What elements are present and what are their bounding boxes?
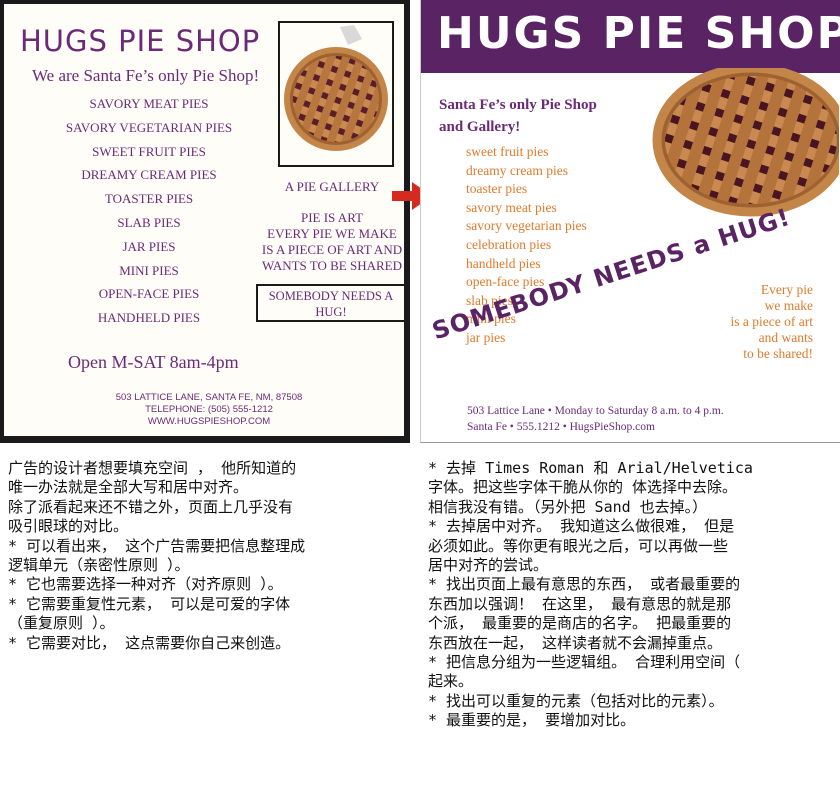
art-line: Every pie	[760, 282, 813, 297]
critique-line: * 它需要重复性元素， 可以是可爱的字体	[8, 594, 291, 613]
advice-line: * 最重要的是， 要增加对比。	[428, 711, 636, 730]
advice-line: 居中对齐的尝试。	[428, 556, 549, 575]
advice-line: 字体。把这些字体干脆从你的 体选择中去除。	[428, 478, 738, 497]
critique-line: 除了派看起来还不错之外，页面上几乎没有	[8, 497, 294, 516]
advice-line: 相信我没有错。（另外把 Sand 也去掉。）	[428, 497, 708, 516]
art-line: EVERY PIE WE MAKE	[267, 226, 397, 241]
lattice-pie-image	[284, 25, 388, 151]
advice-line: 必须如此。等你更有眼光之后，可以再做一些	[428, 536, 729, 555]
advice-line: * 找出页面上最有意思的东西， 或者最重要的	[428, 575, 741, 594]
art-line: IS A PIECE OF ART AND	[261, 242, 403, 257]
art-line: is a piece of art	[730, 314, 813, 329]
critique-line: 逻辑单元（亲密性原则 ）。	[8, 556, 190, 575]
art-line: to be shared!	[743, 346, 813, 361]
pie-photo	[278, 21, 394, 167]
menu-item: OPEN-FACE PIES	[98, 286, 200, 302]
hug-box: SOMEBODY NEEDS A HUG!	[256, 284, 406, 322]
critique-line: * 它也需要选择一种对齐（对齐原则 ）。	[8, 575, 283, 594]
critique-line: 广告的设计者想要填充空间 ， 他所知道的	[8, 459, 297, 477]
gallery-label: A PIE GALLERY	[284, 179, 380, 194]
advice-line: * 去掉居中对齐。 我知道这么做很难， 但是	[428, 517, 735, 536]
critique-line: （重复原则 ）。	[8, 614, 115, 633]
art-line: PIE IS ART	[300, 210, 364, 225]
menu-item: SAVORY MEAT PIES	[89, 96, 209, 111]
menu-item: TOASTER PIES	[104, 191, 194, 207]
advice-line: * 找出可以重复的元素（包括对比的元素）。	[428, 691, 724, 710]
menu-item: SLAB PIES	[117, 214, 181, 230]
website: WWW.HUGSPIESHOP.COM	[147, 416, 271, 427]
lattice-pie-image	[652, 68, 839, 217]
art-line: we make	[764, 298, 813, 313]
menu-item: JAR PIES	[122, 238, 176, 254]
footer-line: 503 Lattice Lane • Monday to Saturday 8 …	[467, 405, 724, 417]
critique-line: 唯一办法就是全部大写和居中对齐。	[8, 478, 249, 497]
advice-text: * 去掉 Times Roman 和 Arial/Helvetica 字体。把这…	[428, 459, 840, 731]
address: 503 LATTICE LANE, SANTA FE, NM, 87508	[115, 392, 303, 403]
advice-line: 起来。	[428, 672, 474, 691]
art-statement: Every pie we make is a piece of art and …	[701, 282, 813, 362]
headline-line: Santa Fe’s only Pie Shop	[439, 97, 597, 113]
footer-line: Santa Fe • 555.1212 • HugsPieShop.com	[467, 420, 655, 433]
advice-line: 个派， 最重要的是商店的名字。 把最重要的	[428, 614, 732, 633]
shop-logo: HUGS PIE SHOP	[437, 8, 840, 59]
contact-info: 503 LATTICE LANE, SANTA FE, NM, 87508 TE…	[64, 392, 354, 428]
critique-line: * 它需要对比， 这点需要你自己来创造。	[8, 633, 291, 652]
menu-item: dreamy cream pies	[466, 162, 568, 178]
menu-item: SWEET FRUIT PIES	[92, 143, 206, 159]
after-ad: HUGS PIE SHOP Santa Fe’s only Pie Shop a…	[420, 0, 840, 443]
telephone: TELEPHONE: (505) 555-1212	[145, 404, 273, 415]
pie-menu-list: SAVORY MEAT PIES SAVORY VEGETARIAN PIES …	[64, 92, 234, 330]
advice-line: * 把信息分组为一些逻辑组。 合理利用空间（	[428, 653, 741, 672]
headline-line: and Gallery!	[439, 119, 521, 135]
headline: Santa Fe’s only Pie Shop and Gallery!	[439, 94, 597, 138]
advice-line: 东西加以强调！ 在这里， 最有意思的就是那	[428, 594, 732, 613]
menu-item: toaster pies	[466, 181, 528, 197]
menu-item: HANDHELD PIES	[97, 310, 201, 326]
art-line: WANTS TO BE SHARED	[261, 258, 402, 273]
advice-line: 东西放在一起， 这样读者就不会漏掉重点。	[428, 633, 723, 652]
footer-info: 503 Lattice Lane • Monday to Saturday 8 …	[467, 404, 724, 435]
critique-text: 广告的设计者想要填充空间 ， 他所知道的 唯一办法就是全部大写和居中对齐。 除了…	[8, 459, 406, 653]
menu-item: MINI PIES	[119, 262, 179, 278]
shop-logo: HUGS PIE SHOP	[20, 24, 261, 58]
opening-hours: Open M-SAT 8am-4pm	[68, 352, 239, 372]
menu-item: DREAMY CREAM PIES	[81, 167, 217, 183]
menu-item: jar pies	[466, 329, 506, 345]
menu-item: sweet fruit pies	[466, 144, 549, 159]
art-statement: PIE IS ART EVERY PIE WE MAKE IS A PIECE …	[252, 210, 412, 274]
art-line: and wants	[758, 330, 813, 345]
hug-line: SOMEBODY NEEDS A	[268, 289, 394, 303]
tagline: We are Santa Fe’s only Pie Shop!	[32, 66, 260, 85]
menu-item: savory vegetarian pies	[466, 218, 587, 234]
menu-item: celebration pies	[466, 236, 552, 252]
hug-line: HUG!	[315, 305, 347, 319]
critique-line: * 可以看出来， 这个广告需要把信息整理成	[8, 536, 306, 555]
menu-item: savory meat pies	[466, 199, 557, 215]
before-ad: HUGS PIE SHOP We are Santa Fe’s only Pie…	[0, 0, 410, 443]
critique-line: 吸引眼球的对比。	[8, 517, 129, 536]
menu-item: SAVORY VEGETARIAN PIES	[65, 119, 233, 135]
advice-line: * 去掉 Times Roman 和 Arial/Helvetica	[428, 459, 753, 477]
menu-item: handheld pies	[466, 255, 541, 271]
